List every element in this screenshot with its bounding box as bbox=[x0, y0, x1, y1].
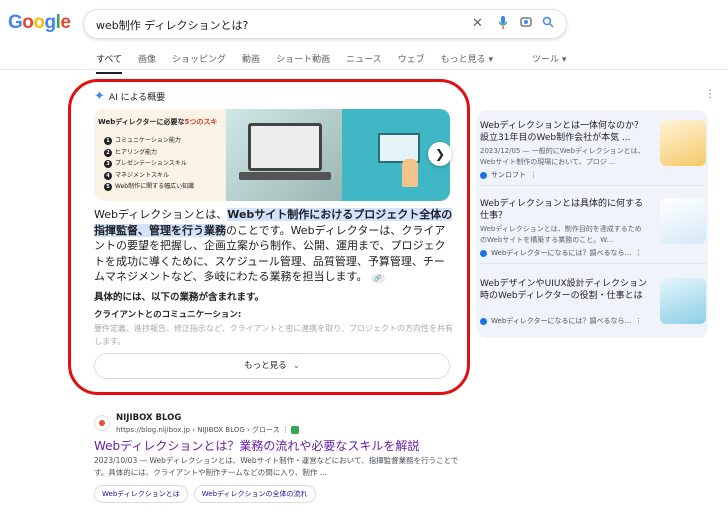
source-title[interactable]: WebデザインやUIUX設計ディレクション時のWebディレクターの役割・仕事とは bbox=[480, 278, 648, 302]
favicon-icon bbox=[480, 171, 487, 179]
source-card[interactable]: WebデザインやUIUX設計ディレクション時のWebディレクターの役割・仕事とは… bbox=[480, 270, 706, 344]
list-item: 3 プレゼンテーションスキル bbox=[104, 158, 194, 170]
chevron-right-icon: ❯ bbox=[434, 147, 446, 161]
more-options-icon[interactable]: ⋮ bbox=[635, 317, 642, 325]
mic-icon[interactable] bbox=[498, 16, 508, 33]
person-shape bbox=[402, 159, 418, 187]
list-item: 2 ヒアリング能力 bbox=[104, 147, 194, 159]
chevron-down-icon: ⌄ bbox=[292, 361, 300, 371]
source-thumbnail[interactable] bbox=[660, 198, 706, 244]
source-thumbnail[interactable] bbox=[660, 278, 706, 324]
more-options-icon[interactable]: ⋮ bbox=[282, 426, 289, 434]
site-favicon bbox=[94, 415, 110, 431]
infographic-heading: Webディレクターに必要な5つのスキ bbox=[98, 117, 217, 127]
result-snippet: 2023/10/03 — Webディレクションとは、Webサイト制作・運営などに… bbox=[94, 456, 459, 477]
search-icon[interactable] bbox=[542, 16, 554, 32]
source-site: Webディレクターになるには？調べるなら... ⋮ bbox=[480, 316, 642, 326]
favicon-icon bbox=[480, 249, 487, 257]
skills-infographic[interactable]: Webディレクターに必要な5つのスキ 1 コミュニケーション能力 2 ヒアリング能力… bbox=[94, 109, 226, 201]
ai-overview-faded-text: 要件定義、進捗報告、修正指示など、クライアントと密に連携を取り、プロジェクトの方… bbox=[94, 324, 453, 346]
source-thumbnail[interactable] bbox=[660, 120, 706, 166]
more-options-icon[interactable]: ⋮ bbox=[705, 89, 715, 100]
sitelink-chip[interactable]: Webディレクションの全体の流れ bbox=[193, 485, 316, 503]
source-title[interactable]: Webディレクションとは一体何なのか？設立31年目のWeb制作会社が本気 ... bbox=[480, 120, 648, 144]
list-item: 1 コミュニケーション能力 bbox=[104, 135, 194, 147]
source-name: サンロフト bbox=[491, 171, 526, 179]
result-site-name[interactable]: NIJIBOX BLOG bbox=[116, 413, 181, 423]
tab-videos[interactable]: 動画 bbox=[242, 52, 260, 68]
tab-web[interactable]: ウェブ bbox=[398, 52, 425, 68]
divider bbox=[480, 185, 706, 186]
source-card[interactable]: Webディレクションとは一体何なのか？設立31年目のWeb制作会社が本気 ...… bbox=[480, 112, 706, 186]
ai-overview-subheading: クライアントとのコミュニケーション: bbox=[94, 310, 242, 320]
camera-icon[interactable] bbox=[520, 16, 532, 32]
tab-more[interactable]: もっと見る ▾ bbox=[441, 52, 493, 68]
logo-letter: g bbox=[44, 12, 57, 33]
search-query[interactable]: web制作 ディレクションとは? bbox=[96, 17, 248, 33]
source-snippet: Webディレクションとは、制作目的を達成するためのWebサイトを構築する業務のこ… bbox=[480, 225, 642, 244]
logo-letter: G bbox=[8, 12, 23, 33]
carousel-next-button[interactable]: ❯ bbox=[428, 142, 452, 166]
laptop-illustration bbox=[239, 123, 331, 180]
search-tabs: すべて 画像 ショッピング 動画 ショート動画 ニュース ウェブ もっと見る ▾ bbox=[96, 52, 493, 74]
header-divider bbox=[0, 69, 728, 70]
show-more-button[interactable]: もっと見る ⌄ bbox=[94, 353, 450, 379]
source-card[interactable]: Webディレクションとは具体的に何する仕事？ Webディレクションとは、制作目的… bbox=[480, 190, 706, 264]
more-options-icon[interactable]: ⋮ bbox=[530, 171, 537, 179]
logo-letter: o bbox=[33, 12, 45, 33]
source-name: Webディレクターになるには？調べるなら... bbox=[491, 317, 632, 325]
ai-image-carousel[interactable]: Webディレクターに必要な5つのスキ 1 コミュニケーション能力 2 ヒアリング能力… bbox=[94, 109, 450, 201]
ai-sources-panel: Webディレクションとは一体何なのか？設立31年目のWeb制作会社が本気 ...… bbox=[476, 110, 708, 338]
sitelink-chip[interactable]: Webディレクションとは bbox=[94, 485, 188, 503]
ai-overview-intro: 具体的には、以下の業務が含まれます。 bbox=[94, 292, 265, 303]
source-site: Webディレクターになるには？調べるなら... ⋮ bbox=[480, 248, 642, 258]
close-icon[interactable]: ✕ bbox=[472, 16, 483, 31]
ai-overview-label: AI による概要 bbox=[108, 93, 166, 103]
favicon-icon bbox=[480, 317, 487, 325]
result-url-text: https://blog.nijibox.jp › NIJIBOX BLOG ›… bbox=[116, 426, 280, 434]
laptop-photo[interactable] bbox=[226, 109, 342, 201]
infographic-item: プレゼンテーションスキル bbox=[115, 160, 187, 167]
verified-icon bbox=[291, 426, 300, 434]
source-name: Webディレクターになるには？調べるなら... bbox=[491, 249, 632, 257]
search-bar[interactable]: web制作 ディレクションとは? ✕ bbox=[83, 9, 567, 39]
tab-shopping[interactable]: ショッピング bbox=[172, 52, 226, 68]
tab-news[interactable]: ニュース bbox=[346, 52, 382, 68]
result-url[interactable]: https://blog.nijibox.jp › NIJIBOX BLOG ›… bbox=[116, 425, 300, 435]
source-title[interactable]: Webディレクションとは具体的に何する仕事？ bbox=[480, 198, 648, 222]
logo-letter: e bbox=[60, 12, 71, 33]
tab-images[interactable]: 画像 bbox=[138, 52, 156, 68]
source-site: サンロフト ⋮ bbox=[480, 170, 537, 180]
list-item: 5 Web制作に関する幅広い知識 bbox=[104, 181, 194, 193]
infographic-item: マネジメントスキル bbox=[115, 171, 170, 179]
ai-overview-title: ✦ AI による概要 bbox=[94, 89, 165, 104]
infographic-heading-a: Webディレクターに必要な bbox=[98, 118, 185, 126]
tab-all[interactable]: すべて bbox=[96, 52, 123, 74]
summary-text-a: Webディレクションとは、 bbox=[94, 208, 228, 221]
source-snippet: 2023/12/05 — 一般的にWebディレクションとは、Webサイト制作の現… bbox=[480, 147, 645, 166]
more-options-icon[interactable]: ⋮ bbox=[635, 249, 642, 257]
ai-overview-summary: Webディレクションとは、Webサイト制作におけるプロジェクト全体の指揮監督、管… bbox=[94, 207, 454, 285]
infographic-item: ヒアリング能力 bbox=[115, 148, 158, 156]
infographic-item: コミュニケーション能力 bbox=[115, 137, 181, 144]
result-sitelinks: Webディレクションとは Webディレクションの全体の流れ bbox=[94, 485, 316, 503]
result-title[interactable]: Webディレクションとは？業務の流れや必要なスキルを解説 bbox=[94, 437, 419, 454]
list-item: 4 マネジメントスキル bbox=[104, 170, 194, 182]
google-logo[interactable]: Google bbox=[8, 12, 71, 34]
sparkle-icon: ✦ bbox=[94, 89, 105, 104]
logo-letter: o bbox=[22, 12, 34, 33]
tools-button[interactable]: ツール ▾ bbox=[532, 52, 566, 65]
tab-short-videos[interactable]: ショート動画 bbox=[276, 52, 330, 68]
infographic-heading-b: 5つのスキ bbox=[184, 118, 218, 126]
infographic-item: Web制作に関する幅広い知識 bbox=[115, 183, 195, 190]
infographic-list: 1 コミュニケーション能力 2 ヒアリング能力 3 プレゼンテーションスキル 4 マネジ… bbox=[104, 135, 194, 193]
link-icon[interactable]: 🔗 bbox=[370, 274, 385, 283]
divider bbox=[480, 263, 706, 264]
show-more-label: もっと見る bbox=[244, 361, 287, 371]
